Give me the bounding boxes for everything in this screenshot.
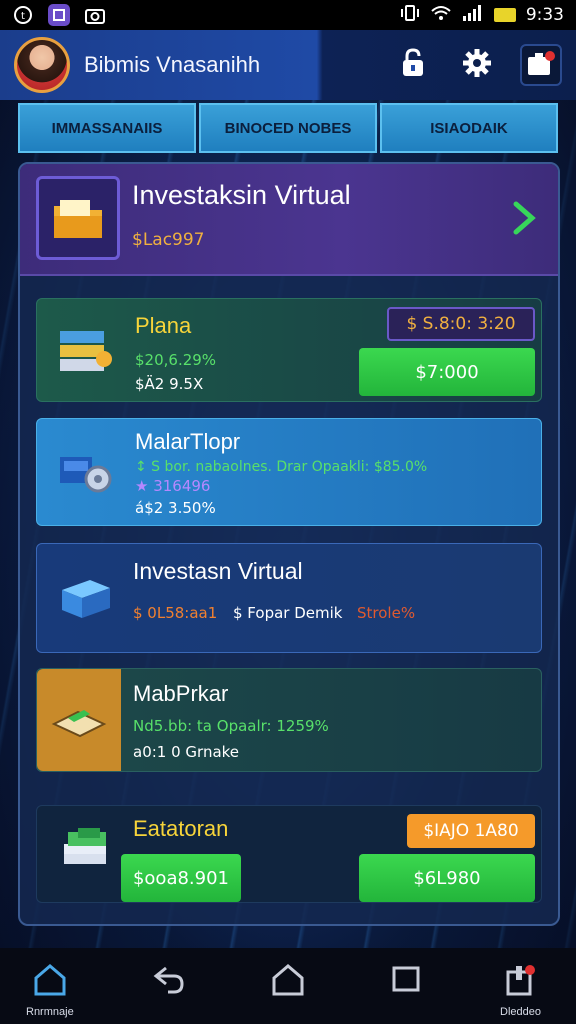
battery-icon	[493, 8, 516, 22]
clock: 9:33	[525, 5, 564, 25]
featured-title: Investaksin Virtual	[132, 180, 351, 210]
featured-investment[interactable]: Investaksin Virtual $Lac997	[20, 164, 558, 276]
card-detail-2: $ Fopar Demik	[233, 604, 343, 622]
investment-card-plana[interactable]: Plana $20,6.29% $Ä2 9.5X $ S.8:0: 3:20 $…	[36, 298, 542, 402]
cube-box-icon	[47, 560, 123, 636]
signal-icon	[462, 4, 484, 27]
card-title: MalarTlopr	[135, 429, 241, 454]
navigation-bar: Rnrmnaje Dleddeo	[0, 948, 576, 1024]
nav-recent[interactable]	[390, 962, 422, 998]
card-title: Eatatoran	[133, 816, 229, 841]
investment-card-virtual[interactable]: Investasn Virtual $ 0L58:aa1 $ Fopar Dem…	[36, 543, 542, 653]
folder-icon	[36, 176, 120, 260]
card-title: Investasn Virtual	[133, 558, 303, 584]
server-stack-icon	[47, 313, 123, 389]
tab-3[interactable]: ISIAODAIK	[380, 103, 558, 153]
card-detail-3: á$2 3.50%	[135, 499, 216, 517]
featured-value: $Lac997	[132, 230, 205, 250]
lock-button[interactable]	[392, 44, 434, 86]
app-header: Bibmis Vnasanihh	[0, 30, 576, 100]
card-detail-1: ↕ S bor. nabaolnes. Drar Opaakli: $85.0%	[135, 459, 428, 475]
price-badge: $ S.8:0: 3:20	[387, 307, 535, 341]
investment-card-malartlopr[interactable]: MalarTlopr ↕ S bor. nabaolnes. Drar Opaa…	[36, 418, 542, 526]
invest-button[interactable]: $7:000	[359, 348, 535, 396]
app-icon	[48, 4, 70, 26]
investment-card-mabprkar[interactable]: MabPrkar Nd5.bb: ta Opaalr: 1259% a0:1 0…	[36, 668, 542, 772]
card-title: MabPrkar	[133, 681, 229, 706]
svg-text:t: t	[21, 11, 25, 22]
price-badge: $IAJO 1A80	[407, 814, 535, 848]
nav-home-outline[interactable]	[270, 962, 306, 1000]
back-icon	[152, 962, 186, 1000]
tab-2[interactable]: BINOCED NOBES	[199, 103, 377, 153]
card-detail-1: Nd5.bb: ta Opaalr: 1259%	[133, 717, 329, 735]
notification-button[interactable]	[520, 44, 562, 86]
nav-back[interactable]	[152, 962, 186, 1000]
nav-notifications[interactable]: Dleddeo	[500, 962, 541, 1018]
nav-home[interactable]: Rnrmnaje	[26, 962, 74, 1018]
notification-icon	[502, 962, 538, 1000]
card-detail-3: Strole%	[357, 604, 416, 622]
chevron-right-icon[interactable]	[512, 200, 538, 245]
home-outline-icon	[270, 962, 306, 1000]
settings-button[interactable]	[456, 44, 498, 86]
card-detail-1: $ 0L58:aa1	[133, 604, 218, 622]
money-stack-icon	[51, 814, 127, 890]
card-detail: $Ä2 9.5X	[135, 375, 204, 393]
gear-icon	[462, 48, 492, 82]
camera-icon	[84, 4, 106, 26]
invest-button-left[interactable]: $ooa8.901	[121, 854, 241, 902]
machine-icon	[47, 433, 123, 509]
card-detail-2: a0:1 0 Grnake	[133, 743, 240, 761]
nav-notifications-label: Dleddeo	[500, 1006, 541, 1018]
avatar[interactable]	[14, 37, 70, 93]
whatsapp-icon: t	[12, 4, 34, 26]
cash-tray-icon	[37, 669, 121, 771]
tab-bar: IMMASSANAIIS BINOCED NOBES ISIAODAIK	[18, 103, 558, 153]
notification-box-icon	[526, 49, 556, 81]
card-detail-2: ★ 316496	[135, 477, 211, 495]
home-icon	[32, 962, 68, 1000]
card-return: $20,6.29%	[135, 351, 217, 369]
wifi-icon	[430, 4, 452, 27]
lock-icon	[399, 48, 427, 82]
card-title: Plana	[135, 313, 192, 338]
nav-home-label: Rnrmnaje	[26, 1006, 74, 1018]
status-bar: t 9:33	[0, 0, 576, 30]
tab-1[interactable]: IMMASSANAIIS	[18, 103, 196, 153]
recent-apps-icon	[390, 962, 422, 998]
investment-card-eatatoran[interactable]: Eatatoran $IAJO 1A80 $ooa8.901 $6L980	[36, 805, 542, 903]
page-title: Bibmis Vnasanihh	[84, 52, 261, 77]
invest-button-right[interactable]: $6L980	[359, 854, 535, 902]
vibrate-icon	[400, 4, 420, 27]
